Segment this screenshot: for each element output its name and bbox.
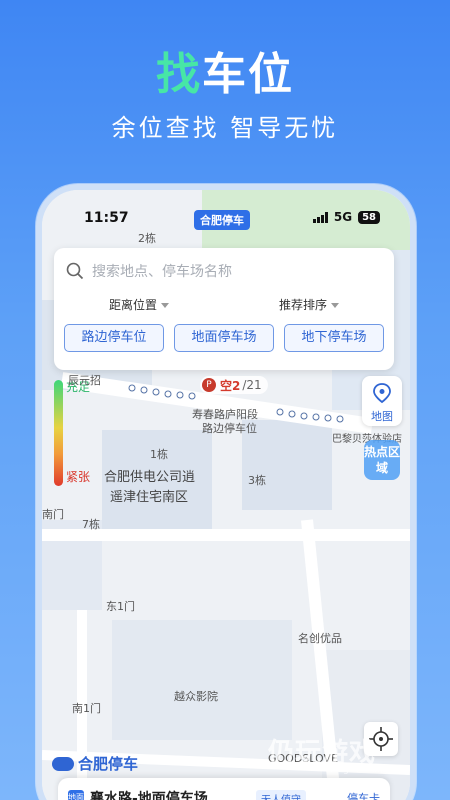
chip-street-parking[interactable]: 路边停车位 (64, 324, 164, 352)
unmanned-badge: 无人值守 (256, 790, 306, 800)
hero-title-rest: 车位 (202, 49, 294, 100)
hero-subtitle: 余位查找 智导无忧 (111, 114, 339, 142)
chevron-down-icon (161, 303, 169, 308)
hero-title-accent: 找 (156, 49, 202, 100)
parking-lot-card[interactable]: 地面 襄水路-地面停车场 无人值守 停车卡 (58, 778, 390, 800)
map-pin-icon (373, 383, 391, 404)
network-label: 5G (333, 210, 353, 224)
watermark: 仍玩游戏 (268, 738, 377, 768)
spot-available: 空2 (220, 378, 241, 393)
brand-name: 合肥停车 (78, 755, 139, 773)
app-badge: 合肥停车 (194, 210, 250, 230)
sort-filter-label: 推荐排序 (278, 298, 327, 312)
map-label-south-gate: 南门 (42, 508, 64, 521)
phone-frame: 11:57 合肥停车 5G 58 搜索地点、停车场名称 距离位置 推荐排序 路边… (36, 184, 416, 800)
parking-spot-marker[interactable]: P 空2 /21 (200, 376, 268, 394)
chip-surface-lot[interactable]: 地面停车场 (174, 324, 274, 352)
spot-total: /21 (242, 378, 262, 392)
map-label-company: 合肥供电公司逍 (104, 470, 196, 485)
map-label-2: 2栋 (138, 232, 156, 245)
distance-filter-label: 距离位置 (108, 298, 157, 312)
status-indicators: 5G 58 (312, 210, 380, 224)
parking-icon: P (202, 378, 216, 392)
battery-icon: 58 (358, 210, 380, 224)
filter-row: 距离位置 推荐排序 (54, 296, 394, 313)
availability-legend-bar (54, 380, 63, 486)
phone-screen: 11:57 合肥停车 5G 58 搜索地点、停车场名称 距离位置 推荐排序 路边… (42, 190, 410, 800)
watermark-sub: Rengwan Games (326, 765, 402, 775)
parking-card-link[interactable]: 停车卡 (347, 790, 380, 800)
map-label-south1: 南1门 (72, 702, 101, 715)
category-chips: 路边停车位 地面停车场 地下停车场 (64, 324, 384, 352)
search-input[interactable]: 搜索地点、停车场名称 (66, 260, 382, 282)
brand-logo: 合肥停车 (52, 753, 138, 774)
map-toggle-label: 地图 (371, 410, 393, 423)
status-time: 11:57 (84, 210, 129, 226)
signal-icon (312, 211, 328, 223)
sort-filter[interactable]: 推荐排序 (224, 296, 394, 313)
map-label-chenyuan: 辰元招 (68, 374, 101, 387)
map-toggle-button[interactable]: 地图 (362, 376, 402, 426)
map-label-1: 1栋 (150, 448, 168, 461)
map-label-7: 7栋 (82, 518, 100, 531)
chevron-down-icon (331, 303, 339, 308)
hot-zone-button[interactable]: 热点区域 (364, 440, 400, 480)
legend-tight-label: 紧张 (66, 470, 91, 484)
spot-name-label: 路边停车位 (202, 422, 257, 435)
distance-filter[interactable]: 距离位置 (54, 296, 224, 313)
lot-type-tag: 地面 (68, 790, 84, 800)
search-card: 搜索地点、停车场名称 距离位置 推荐排序 路边停车位 地面停车场 地下停车场 (54, 248, 394, 370)
chip-underground-lot[interactable]: 地下停车场 (284, 324, 384, 352)
map-label-3: 3栋 (248, 474, 266, 487)
map-label-east-gate: 东1门 (106, 600, 135, 613)
map-label-yuezhong: 越众影院 (174, 690, 218, 703)
brand-logo-icon (52, 756, 74, 771)
map-label-mingchuang: 名创优品 (298, 632, 342, 645)
map-label-company2: 遥津住宅南区 (110, 490, 189, 505)
status-bar: 11:57 合肥停车 5G 58 (42, 210, 410, 232)
search-placeholder: 搜索地点、停车场名称 (92, 264, 232, 280)
hero-title: 找车位 (0, 38, 450, 102)
lot-name: 襄水路-地面停车场 (90, 791, 208, 800)
search-icon (66, 262, 84, 280)
